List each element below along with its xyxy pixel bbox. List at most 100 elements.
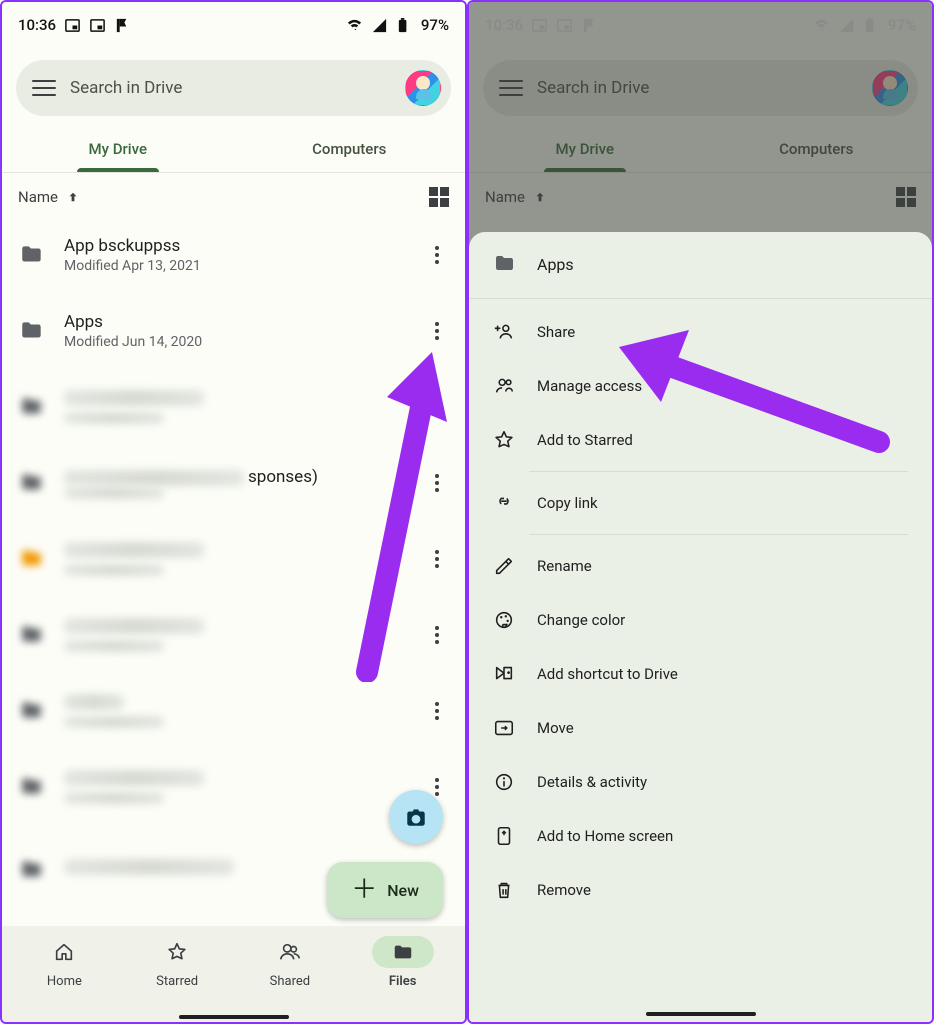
file-more-button[interactable] xyxy=(425,395,449,419)
info-icon xyxy=(493,771,515,793)
shortcut-icon xyxy=(493,663,515,685)
file-item-blurred[interactable] xyxy=(2,369,465,445)
sheet-manage-access[interactable]: Manage access xyxy=(469,359,932,413)
search-bar[interactable]: Search in Drive xyxy=(16,60,451,116)
move-icon xyxy=(493,717,515,739)
new-fab[interactable]: ＋ New xyxy=(327,862,443,918)
people-icon xyxy=(493,375,515,397)
sheet-change-color[interactable]: Change color xyxy=(469,593,932,647)
file-item-blurred[interactable] xyxy=(2,597,465,673)
battery-icon xyxy=(396,17,413,34)
grid-view-button[interactable] xyxy=(429,187,449,207)
trash-icon xyxy=(493,879,515,901)
tab-my-drive[interactable]: My Drive xyxy=(2,126,234,172)
sheet-add-starred[interactable]: Add to Starred xyxy=(469,413,932,467)
folder-icon xyxy=(18,623,46,647)
file-item[interactable]: App bsckuppss Modified Apr 13, 2021 xyxy=(2,217,465,293)
palette-icon xyxy=(493,609,515,631)
sheet-details-label: Details & activity xyxy=(537,773,647,791)
new-fab-label: New xyxy=(387,881,419,900)
sheet-copy-link[interactable]: Copy link xyxy=(469,476,932,530)
camera-icon xyxy=(404,805,428,829)
wifi-icon xyxy=(346,17,363,34)
file-more-button[interactable] xyxy=(425,547,449,571)
sheet-details[interactable]: Details & activity xyxy=(469,755,932,809)
folder-icon xyxy=(18,319,46,343)
pencil-icon xyxy=(493,555,515,577)
camera-fab[interactable] xyxy=(389,790,443,844)
home-indicator xyxy=(646,1012,756,1016)
folder-icon xyxy=(18,547,46,571)
person-add-icon xyxy=(493,321,515,343)
nav-starred[interactable]: Starred xyxy=(121,936,234,1004)
folder-icon xyxy=(18,471,46,495)
file-item-blurred[interactable] xyxy=(2,521,465,597)
file-subtitle: Modified Apr 13, 2021 xyxy=(64,258,407,274)
bottom-nav: Home Starred Shared Files xyxy=(2,926,465,1022)
sheet-copy-link-label: Copy link xyxy=(537,494,598,512)
nav-files[interactable]: Files xyxy=(346,936,459,1004)
folder-icon xyxy=(18,858,46,882)
status-battery-pct: 97% xyxy=(421,16,449,34)
signal-icon xyxy=(371,17,388,34)
sheet-move-label: Move xyxy=(537,719,574,737)
sheet-share-label: Share xyxy=(537,323,575,341)
sort-label-text: Name xyxy=(18,188,58,206)
tabs: My Drive Computers xyxy=(2,126,465,172)
file-more-button[interactable] xyxy=(425,623,449,647)
link-icon xyxy=(493,492,515,514)
folder-fill-icon xyxy=(392,941,414,963)
plus-icon: ＋ xyxy=(351,877,377,903)
star-icon xyxy=(166,941,188,963)
sheet-share[interactable]: Share xyxy=(469,305,932,359)
nav-shared-label: Shared xyxy=(270,974,310,989)
sheet-change-color-label: Change color xyxy=(537,611,625,629)
file-more-button[interactable] xyxy=(425,243,449,267)
sheet-remove[interactable]: Remove xyxy=(469,863,932,917)
sort-button[interactable]: Name xyxy=(18,188,80,206)
folder-icon xyxy=(18,243,46,267)
status-bar: 10:36 97% xyxy=(2,2,465,48)
nav-starred-label: Starred xyxy=(156,974,198,989)
file-more-button[interactable] xyxy=(425,471,449,495)
file-name: sponses) xyxy=(64,467,407,487)
nav-shared[interactable]: Shared xyxy=(234,936,347,1004)
file-more-button[interactable] xyxy=(425,319,449,343)
pip-icon xyxy=(64,17,81,34)
sheet-add-home[interactable]: Add to Home screen xyxy=(469,809,932,863)
sheet-rename[interactable]: Rename xyxy=(469,539,932,593)
people-icon xyxy=(279,941,301,963)
menu-icon[interactable] xyxy=(32,76,56,100)
bottom-sheet: Apps Share Manage access Add to Starred xyxy=(469,232,932,1022)
tab-computers[interactable]: Computers xyxy=(234,126,466,172)
file-subtitle: Modified Jun 14, 2020 xyxy=(64,334,407,350)
file-item[interactable]: Apps Modified Jun 14, 2020 xyxy=(2,293,465,369)
home-icon xyxy=(53,941,75,963)
status-time: 10:36 xyxy=(18,16,56,34)
sheet-add-home-label: Add to Home screen xyxy=(537,827,673,845)
sheet-rename-label: Rename xyxy=(537,557,592,575)
star-outline-icon xyxy=(493,429,515,451)
add-to-home-icon xyxy=(493,825,515,847)
arrow-up-icon xyxy=(66,190,80,204)
file-more-button[interactable] xyxy=(425,699,449,723)
sheet-remove-label: Remove xyxy=(537,881,591,899)
file-name: App bsckuppss xyxy=(64,236,407,256)
sheet-move[interactable]: Move xyxy=(469,701,932,755)
flag-icon xyxy=(114,17,131,34)
left-screenshot: 10:36 97% Search in Drive My Drive Compu… xyxy=(0,0,467,1024)
nav-home[interactable]: Home xyxy=(8,936,121,1004)
sheet-header: Apps xyxy=(469,232,932,299)
pip-icon-2 xyxy=(89,17,106,34)
file-item-blurred[interactable] xyxy=(2,673,465,749)
sheet-add-shortcut[interactable]: Add shortcut to Drive xyxy=(469,647,932,701)
right-screenshot: 10:36 97% Search in Drive My Drive Compu… xyxy=(467,0,934,1024)
avatar[interactable] xyxy=(405,70,441,106)
search-placeholder: Search in Drive xyxy=(70,78,405,98)
folder-icon xyxy=(18,775,46,799)
sort-row: Name xyxy=(2,172,465,217)
file-name: Apps xyxy=(64,312,407,332)
sheet-add-shortcut-label: Add shortcut to Drive xyxy=(537,665,678,683)
file-item-blurred[interactable]: sponses) xyxy=(2,445,465,521)
sheet-title: Apps xyxy=(537,255,574,274)
